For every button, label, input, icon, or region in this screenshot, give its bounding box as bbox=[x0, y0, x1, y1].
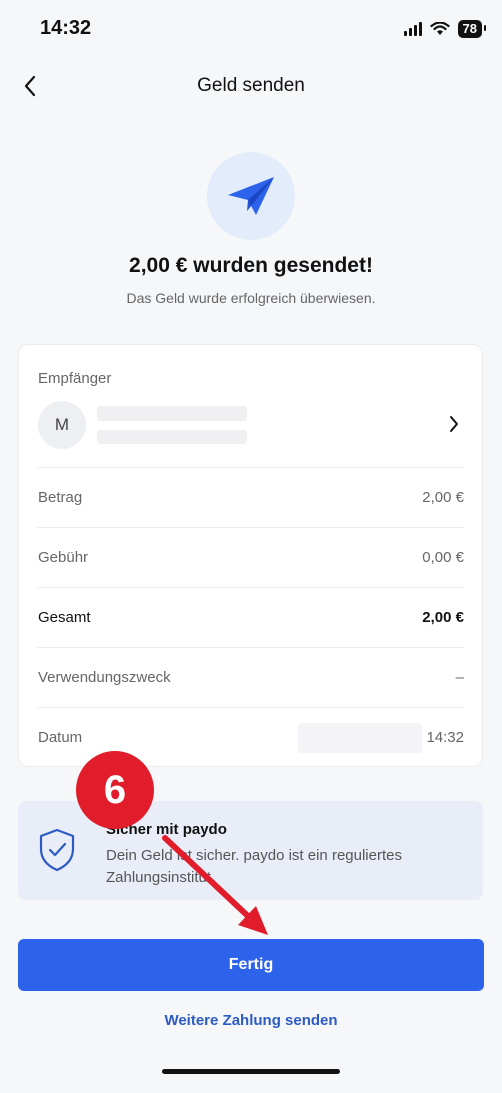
signal-icon bbox=[403, 22, 422, 36]
row-label: Gesamt bbox=[38, 609, 91, 626]
avatar: M bbox=[38, 401, 86, 449]
recipient-detail-button[interactable] bbox=[441, 411, 467, 437]
detail-row-total: Gesamt 2,00 € bbox=[38, 587, 464, 647]
row-value: 2,00 € bbox=[422, 609, 464, 626]
hero-icon-circle bbox=[207, 152, 295, 240]
row-label: Gebühr bbox=[38, 549, 89, 566]
status-icons: 78 bbox=[403, 20, 487, 38]
detail-row-amount: Betrag 2,00 € bbox=[38, 467, 464, 527]
status-time: 14:32 bbox=[40, 17, 92, 39]
row-label: Datum bbox=[38, 729, 83, 746]
recipient-name-redacted bbox=[97, 406, 247, 421]
row-value: 14:32 bbox=[298, 722, 464, 753]
shield-check-icon bbox=[39, 828, 75, 872]
success-headline: 2,00 € wurden gesendet! bbox=[129, 254, 373, 277]
recipient-detail-redacted bbox=[97, 430, 247, 444]
row-label: Verwendungszweck bbox=[38, 669, 171, 686]
send-another-payment-link[interactable]: Weitere Zahlung senden bbox=[0, 1012, 502, 1029]
recipient-label: Empfänger bbox=[38, 370, 112, 387]
nav-bar: Geld senden bbox=[0, 62, 502, 110]
step-number-badge: 6 bbox=[76, 751, 154, 829]
status-bar: 14:32 78 bbox=[0, 0, 502, 60]
chevron-right-icon bbox=[450, 416, 458, 432]
row-value: 0,00 € bbox=[422, 549, 464, 566]
battery-icon: 78 bbox=[457, 20, 487, 38]
detail-row-purpose: Verwendungszweck – bbox=[38, 647, 464, 707]
done-button[interactable]: Fertig bbox=[18, 939, 484, 991]
success-subline: Das Geld wurde erfolgreich überwiesen. bbox=[126, 290, 376, 306]
security-text: Dein Geld ist sicher. paydo ist ein regu… bbox=[106, 847, 402, 886]
detail-row-fee: Gebühr 0,00 € bbox=[38, 527, 464, 587]
transaction-details-card: Empfänger M Betrag 2,00 € Gebühr 0,00 € … bbox=[18, 344, 483, 767]
row-label: Betrag bbox=[38, 489, 83, 506]
paper-plane-icon bbox=[228, 177, 274, 215]
page-title: Geld senden bbox=[197, 75, 305, 96]
row-value: 2,00 € bbox=[422, 489, 464, 506]
row-value: – bbox=[455, 669, 464, 686]
home-indicator bbox=[162, 1069, 340, 1074]
row-value-time: 14:32 bbox=[426, 729, 464, 746]
wifi-icon bbox=[429, 22, 450, 35]
date-redacted bbox=[298, 722, 423, 753]
